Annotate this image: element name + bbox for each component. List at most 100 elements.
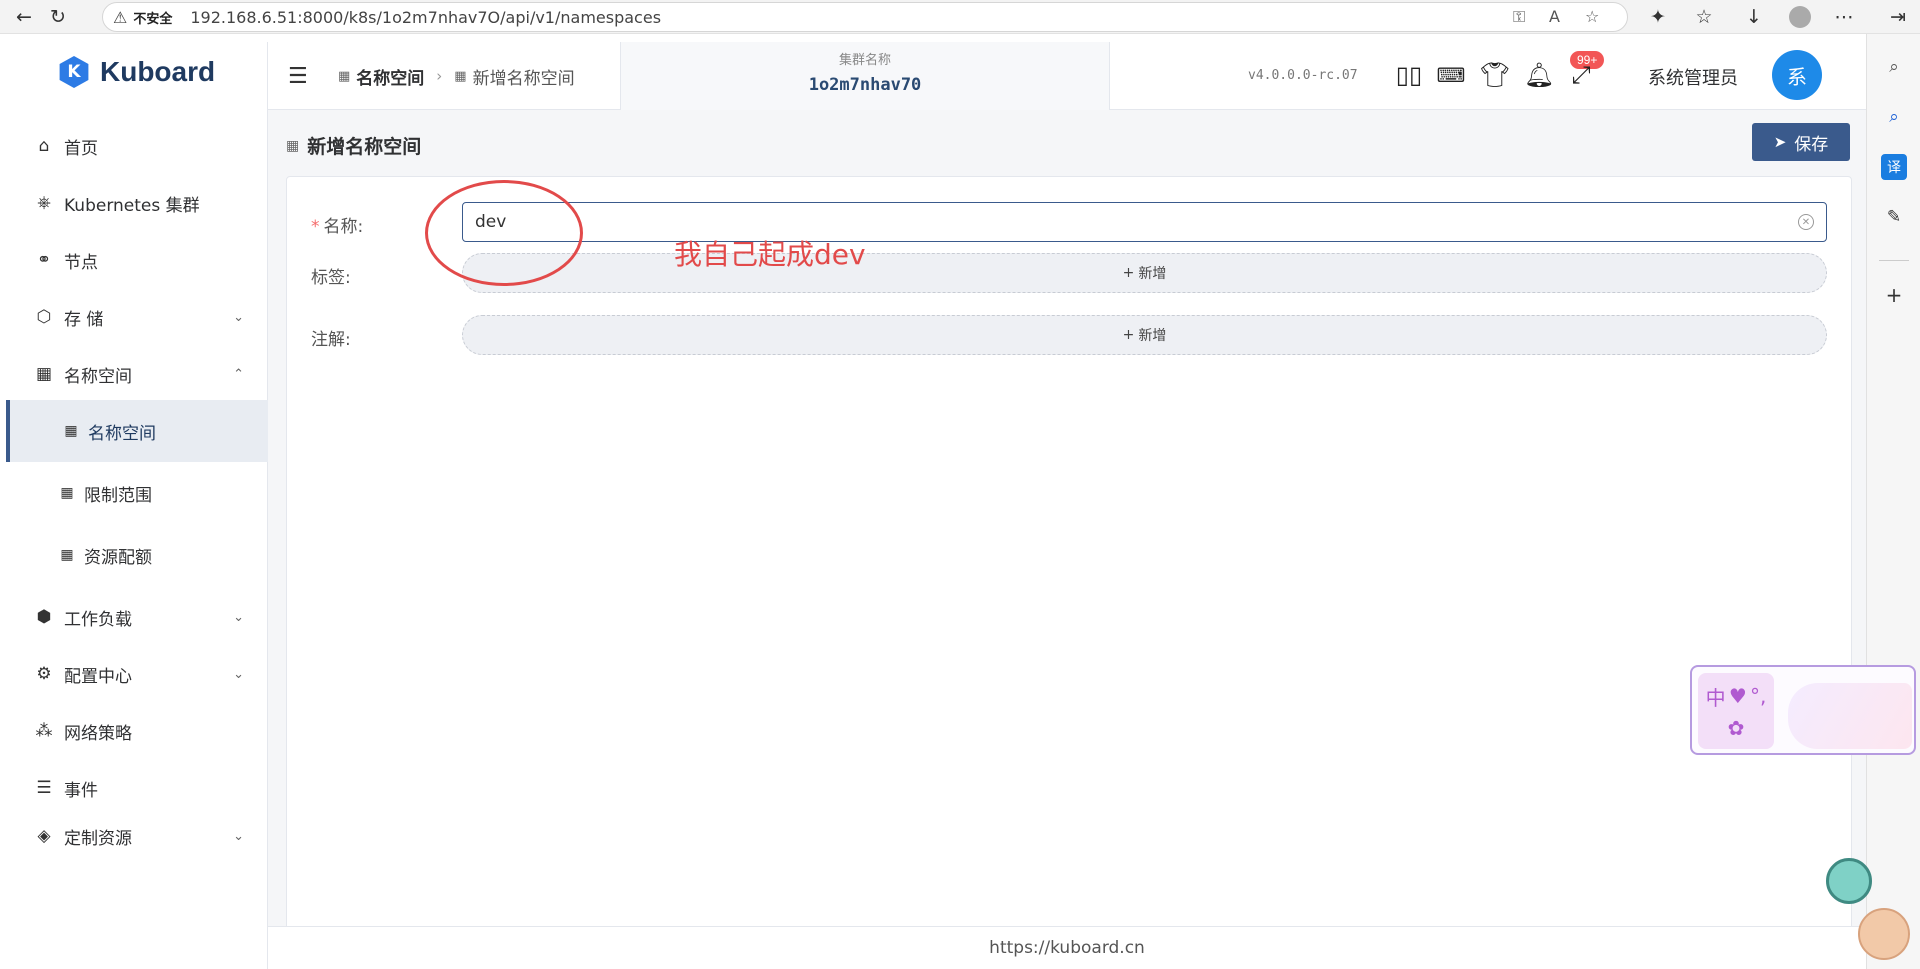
dots-icon: °, xyxy=(1750,684,1767,709)
add-label-button[interactable]: + 新增 xyxy=(462,253,1827,293)
key-icon[interactable]: ⚿ xyxy=(1513,7,1525,27)
sidebar-item-label: 定制资源 xyxy=(64,828,132,849)
sidebar-item-label: 名称空间 xyxy=(64,366,132,387)
sidebar-item-namespaces[interactable]: ▦ 名称空间 xyxy=(6,400,268,462)
avatar[interactable]: 系 xyxy=(1772,50,1822,100)
floating-widget[interactable]: 中 ♥ °, ✿ xyxy=(1690,665,1916,755)
sidebar-item-label: 工作负载 xyxy=(64,609,132,630)
breadcrumb-namespaces[interactable]: 名称空间 xyxy=(356,64,424,89)
footer-link[interactable]: https://kuboard.cn xyxy=(989,938,1145,958)
annotation-circle xyxy=(425,180,583,286)
sidebar-item-nodes[interactable]: ⚭ 节点 xyxy=(6,229,268,291)
user-name[interactable]: 系统管理员 xyxy=(1648,64,1738,90)
heart-icon[interactable]: ♥ xyxy=(1729,684,1747,708)
logo[interactable]: K Kuboard xyxy=(58,56,215,88)
sidebar-item-storage[interactable]: ⬡ 存 储 ⌄ xyxy=(6,286,268,348)
grid-icon: ▦ xyxy=(60,485,74,501)
fullscreen-icon[interactable]: ⤢ xyxy=(1564,58,1598,92)
sidebar-item-network-policy[interactable]: ⁂ 网络策略 xyxy=(6,700,268,762)
chevron-down-icon: ⌄ xyxy=(233,666,244,682)
cluster-info[interactable]: 集群名称 1o2m7nhav70 xyxy=(620,42,1110,110)
sidebar-item-label: 存 储 xyxy=(64,309,104,330)
labels-label: 标签: xyxy=(311,268,351,288)
name-label-text: 名称: xyxy=(323,217,364,237)
sidebar-item-label: 资源配额 xyxy=(84,547,152,568)
more-icon[interactable]: ⋯ xyxy=(1830,3,1858,31)
workload-icon: ⬢ xyxy=(36,607,52,627)
add-annotation-button[interactable]: + 新增 xyxy=(462,315,1827,355)
reload-icon[interactable]: ↻ xyxy=(44,3,72,31)
address-bar[interactable]: ⚠ 不安全 192.168.6.51:8000/k8s/1o2m7nhav7O/… xyxy=(102,2,1628,32)
namespace-form: * 名称: dev ✕ 标签: + 新增 注解: + 新增 xyxy=(286,176,1852,956)
grid-icon: ▦ xyxy=(60,547,74,563)
layout-icon[interactable]: ▯▯ xyxy=(1392,58,1426,92)
breadcrumb-new-namespace: 新增名称空间 xyxy=(472,68,575,89)
bing-search-icon[interactable]: ⌕ xyxy=(1881,104,1907,130)
chevron-down-icon: ⌄ xyxy=(233,309,244,325)
sidebar-item-limit-range[interactable]: ▦ 限制范围 xyxy=(6,462,268,524)
footer: https://kuboard.cn xyxy=(268,926,1866,969)
sidebar: K Kuboard ⌂ 首页 ⎈ Kubernetes 集群 ⚭ 节点 ⬡ 存 … xyxy=(6,42,268,969)
page-title: ▦ 新增名称空间 xyxy=(286,132,421,159)
name-label: * 名称: xyxy=(311,212,363,237)
gear-icon[interactable]: ✿ xyxy=(1728,716,1745,740)
save-label: 保存 xyxy=(1794,134,1829,155)
menu-toggle-icon[interactable]: ☰ xyxy=(288,64,308,89)
favorites-icon[interactable]: ☆ xyxy=(1690,3,1718,31)
plus-icon: + xyxy=(1122,327,1135,343)
sidebar-item-resource-quota[interactable]: ▦ 资源配额 xyxy=(6,524,268,586)
sidebar-item-custom-resources[interactable]: ◈ 定制资源 ⌄ xyxy=(6,814,268,858)
back-icon[interactable]: ← xyxy=(10,3,38,31)
sidebar-item-home[interactable]: ⌂ 首页 xyxy=(6,115,268,177)
clear-icon[interactable]: ✕ xyxy=(1798,214,1814,230)
url-text[interactable]: 192.168.6.51:8000/k8s/1o2m7nhav7O/api/v1… xyxy=(190,8,661,27)
sidebar-item-label: 首页 xyxy=(64,138,98,159)
language-icon[interactable]: ⌨ xyxy=(1434,58,1468,92)
handwriting-icon[interactable]: ✎ xyxy=(1881,204,1907,230)
logo-text: Kuboard xyxy=(100,56,216,87)
sidebar-item-label: 限制范围 xyxy=(84,485,152,506)
mascot-image xyxy=(1788,683,1912,749)
translate-icon[interactable]: 译 xyxy=(1881,154,1907,180)
widget-glyph[interactable]: 中 xyxy=(1706,682,1726,711)
extensions-icon[interactable]: ✦ xyxy=(1644,3,1672,31)
name-input[interactable]: dev ✕ xyxy=(462,202,1827,242)
grid-icon: ▦ xyxy=(454,68,467,84)
rail-divider xyxy=(1879,260,1909,261)
sidebar-item-label: 网络策略 xyxy=(64,723,132,744)
send-icon: ➤ xyxy=(1773,133,1787,151)
sidebar-item-config-center[interactable]: ⚙ 配置中心 ⌄ xyxy=(6,643,268,705)
events-icon: ☰ xyxy=(36,778,52,798)
save-button[interactable]: ➤ 保存 xyxy=(1752,123,1850,161)
bell-icon[interactable]: 🔔︎ xyxy=(1522,58,1556,92)
add-icon[interactable]: + xyxy=(1881,282,1907,308)
sidebar-item-workloads[interactable]: ⬢ 工作负载 ⌄ xyxy=(6,586,268,648)
version-text: v4.0.0.0-rc.07 xyxy=(1248,68,1358,83)
read-aloud-icon[interactable]: A xyxy=(1549,7,1560,26)
sidebar-item-label: Kubernetes 集群 xyxy=(64,195,200,216)
sidebar-item-label: 名称空间 xyxy=(88,423,156,444)
grid-icon: ▦ xyxy=(338,68,351,84)
browser-sidebar: ⌕ ⌕ 译 ✎ + xyxy=(1866,34,1920,969)
sidebar-toggle-icon[interactable]: ⇥ xyxy=(1884,3,1912,31)
kubernetes-icon: ⎈ xyxy=(37,193,51,213)
nodes-icon: ⚭ xyxy=(36,250,52,270)
search-icon[interactable]: ⌕ xyxy=(1881,54,1907,80)
favorite-star-icon[interactable]: ☆ xyxy=(1585,7,1599,26)
download-icon[interactable]: ↓ xyxy=(1740,3,1768,31)
cat-mascot-icon[interactable] xyxy=(1826,858,1872,904)
sidebar-item-events[interactable]: ☰ 事件 xyxy=(6,757,268,819)
widget-controls: 中 ♥ °, ✿ xyxy=(1698,673,1774,749)
sidebar-item-label: 配置中心 xyxy=(64,666,132,687)
add-label-text: 新增 xyxy=(1138,266,1167,282)
sidebar-item-namespaces-group[interactable]: ▦ 名称空间 ⌃ xyxy=(6,343,268,405)
grid-icon: ▦ xyxy=(64,423,78,439)
sidebar-item-kubernetes-cluster[interactable]: ⎈ Kubernetes 集群 xyxy=(6,172,268,234)
profile-icon[interactable] xyxy=(1786,3,1814,31)
page-title-text: 新增名称空间 xyxy=(307,136,422,158)
shirt-icon[interactable]: 👕︎ xyxy=(1478,58,1512,92)
browser-toolbar: ← ↻ ⚠ 不安全 192.168.6.51:8000/k8s/1o2m7nha… xyxy=(0,0,1920,34)
assistant-avatar-icon[interactable] xyxy=(1858,908,1910,960)
grid-icon: ▦ xyxy=(35,364,53,384)
config-icon: ⚙ xyxy=(36,664,52,684)
